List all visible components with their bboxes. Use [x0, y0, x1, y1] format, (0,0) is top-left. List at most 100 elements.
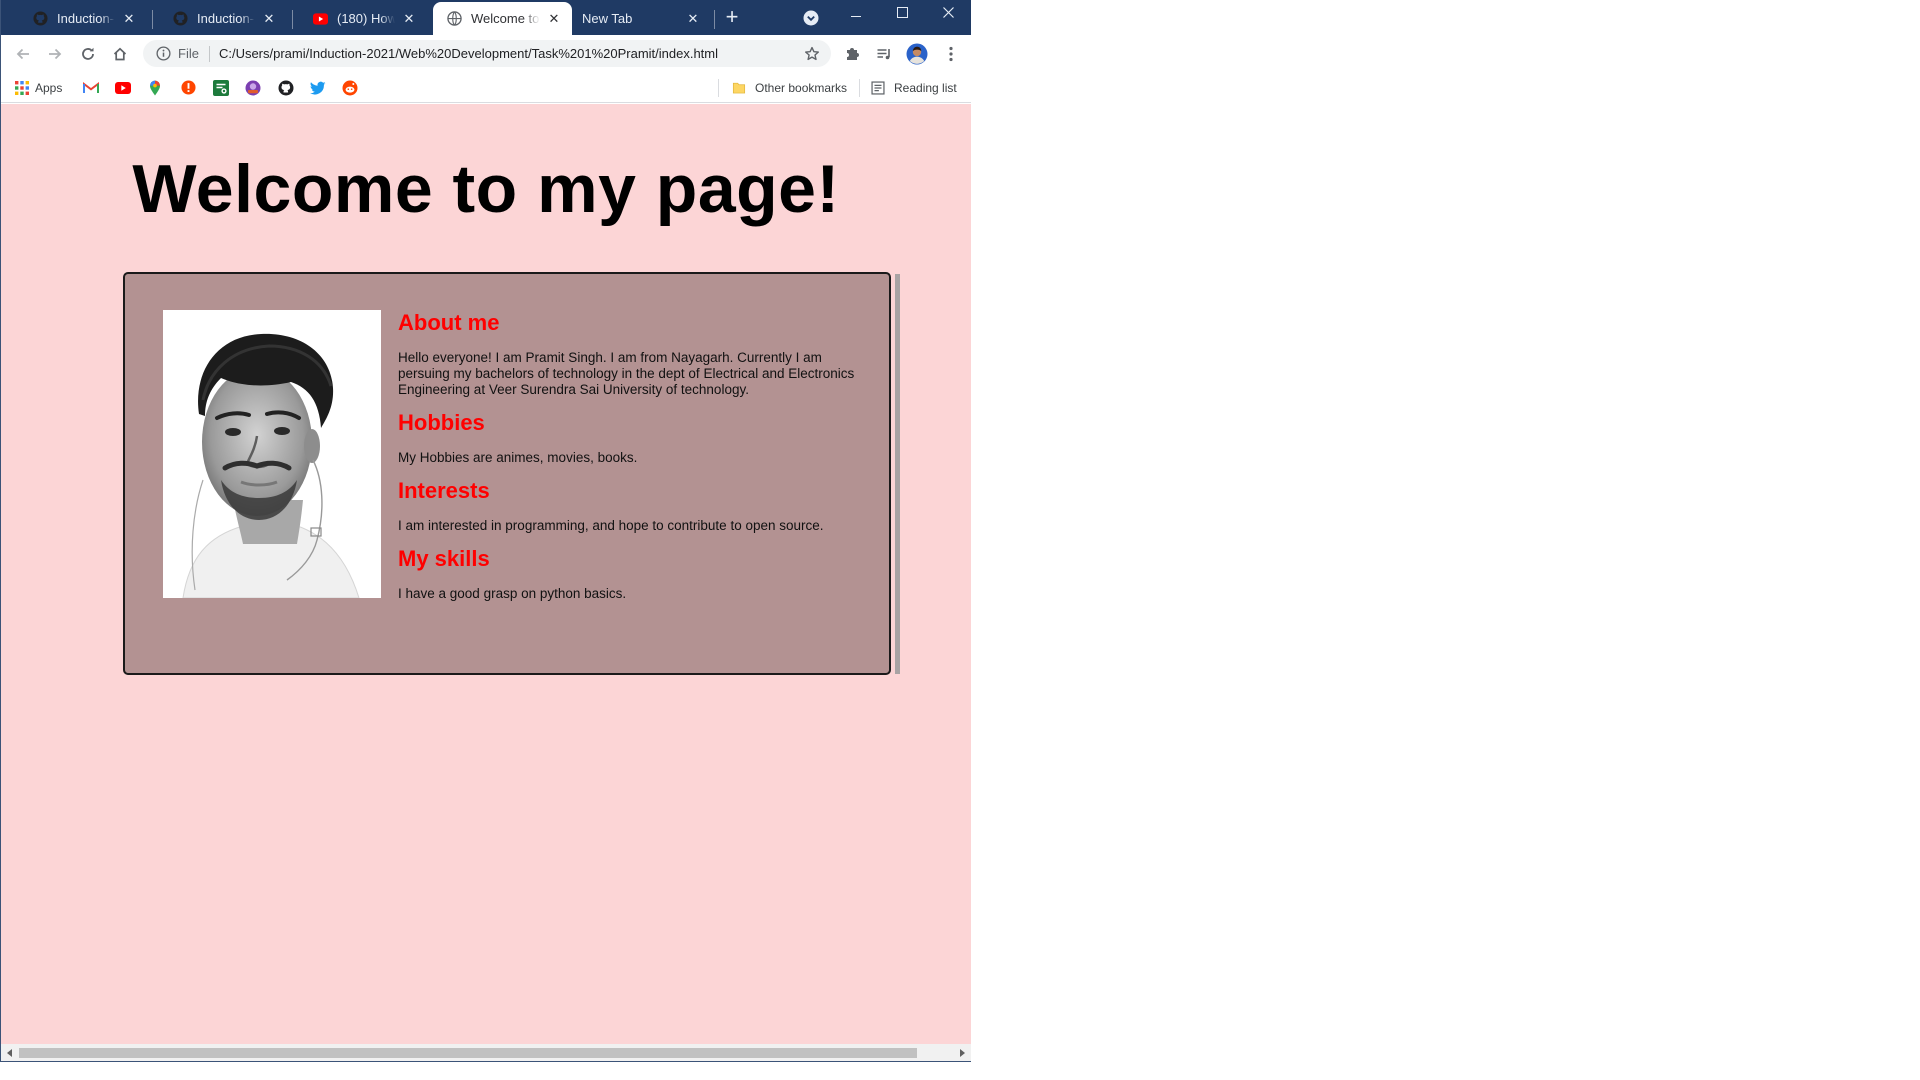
bookmark-label: Other bookmarks	[755, 80, 848, 95]
avatar	[906, 43, 928, 65]
star-icon[interactable]	[803, 45, 821, 63]
address-divider	[208, 45, 210, 62]
bookmark-label: Apps	[35, 80, 63, 95]
maximize-icon	[896, 6, 908, 18]
interests-text: I am interested in programming, and hope…	[398, 518, 824, 533]
card-edge	[895, 274, 900, 674]
url-scheme-label: File	[178, 46, 199, 61]
bookmark-label: Reading list	[894, 80, 957, 95]
more-vert-icon	[949, 46, 953, 62]
tab-divider	[714, 10, 715, 29]
tab-new-tab[interactable]: New Tab ✕	[576, 2, 711, 35]
reddit-icon	[342, 80, 358, 95]
browser-window: Induction-2021 ✕ Induction-2021 ✕ (180) …	[0, 0, 971, 1062]
interests-heading: Interests	[398, 478, 490, 503]
scroll-right-button[interactable]	[953, 1044, 970, 1061]
bookmark-other[interactable]: Other bookmarks	[732, 78, 847, 97]
puzzle-icon	[847, 48, 859, 60]
about-heading: About me	[398, 310, 500, 335]
page-title: Welcome to my page!	[132, 151, 840, 227]
new-tab-button[interactable]: +	[720, 6, 744, 30]
tab-induction-1[interactable]: Induction-2021 ✕	[19, 2, 147, 35]
info-icon[interactable]	[155, 46, 171, 62]
alert-icon	[181, 80, 196, 95]
bookmark-github[interactable]	[278, 78, 294, 97]
playlist-icon	[877, 49, 890, 60]
bookmarks-bar: Apps Other bookmarks Reading list	[1, 72, 971, 103]
arrow-left-icon	[16, 48, 29, 60]
tab-divider	[292, 10, 293, 29]
badge-icon	[245, 80, 261, 95]
hobbies-heading: Hobbies	[398, 410, 485, 435]
close-icon[interactable]: ✕	[121, 11, 137, 27]
profile-photo	[163, 310, 381, 598]
home-button[interactable]	[107, 41, 133, 67]
skills-text: I have a good grasp on python basics.	[398, 586, 627, 601]
media-controls-button[interactable]	[873, 43, 895, 65]
bookmark-gmail[interactable]	[83, 78, 99, 97]
close-icon	[942, 6, 954, 18]
bookmark-cert[interactable]	[213, 78, 229, 97]
bookmark-apps[interactable]: Apps	[15, 78, 62, 97]
reload-button[interactable]	[75, 41, 101, 67]
menu-button[interactable]	[940, 43, 962, 65]
close-icon[interactable]: ✕	[685, 11, 701, 27]
reading-list-button[interactable]: Reading list	[871, 78, 957, 97]
folder-icon	[732, 82, 746, 93]
tab-title: New Tab	[582, 11, 633, 26]
close-window-button[interactable]	[925, 0, 971, 28]
chevron-down-icon	[803, 10, 819, 26]
tab-title: (180) How to	[337, 11, 395, 26]
minimize-button[interactable]	[833, 0, 879, 32]
forward-button[interactable]	[42, 41, 68, 67]
youtube-icon	[313, 11, 328, 26]
maximize-button[interactable]	[879, 0, 925, 28]
bookmark-badge[interactable]	[245, 78, 261, 97]
tab-strip: Induction-2021 ✕ Induction-2021 ✕ (180) …	[1, 0, 971, 35]
tab-search-button[interactable]	[801, 8, 821, 28]
toolbar: File C:/Users/prami/Induction-2021/Web%2…	[1, 35, 971, 72]
tab-title: Induction-2021	[197, 11, 255, 26]
about-text: Hello everyone! I am Pramit Singh. I am …	[398, 350, 855, 397]
url-text[interactable]: C:/Users/prami/Induction-2021/Web%20Deve…	[219, 46, 803, 61]
bookmark-maps[interactable]	[149, 78, 161, 97]
horizontal-scrollbar[interactable]	[1, 1044, 971, 1061]
skills-heading: My skills	[398, 546, 490, 571]
profile-button[interactable]	[906, 43, 928, 65]
reload-icon	[82, 47, 94, 60]
tab-divider	[152, 10, 153, 29]
address-bar[interactable]: File C:/Users/prami/Induction-2021/Web%2…	[143, 40, 831, 67]
globe-icon	[447, 11, 462, 26]
arrow-right-icon	[49, 48, 62, 60]
bookmark-twitter[interactable]	[310, 78, 326, 97]
close-icon[interactable]: ✕	[546, 11, 562, 27]
back-button[interactable]	[10, 41, 36, 67]
hobbies-text: My Hobbies are animes, movies, books.	[398, 450, 638, 465]
tab-welcome[interactable]: Welcome to my page ✕	[433, 2, 572, 35]
caret-right-icon	[959, 1048, 965, 1057]
extensions-button[interactable]	[841, 43, 863, 65]
close-icon[interactable]: ✕	[261, 11, 277, 27]
gmail-icon	[83, 81, 99, 93]
bookmark-reddit[interactable]	[342, 78, 358, 97]
scrollbar-thumb[interactable]	[19, 1048, 917, 1058]
close-icon[interactable]: ✕	[401, 11, 417, 27]
github-icon	[33, 11, 48, 26]
screen: Induction-2021 ✕ Induction-2021 ✕ (180) …	[0, 0, 1920, 1080]
home-icon	[113, 47, 127, 61]
bookmark-divider	[859, 79, 860, 97]
tab-induction-2[interactable]: Induction-2021 ✕	[159, 2, 287, 35]
tab-title: Welcome to my page	[471, 11, 540, 26]
profile-details: About me Hello everyone! I am Pramit Sin…	[398, 310, 868, 614]
tab-youtube[interactable]: (180) How to ✕	[299, 2, 427, 35]
reading-list-icon	[871, 80, 885, 95]
bookmark-youtube[interactable]	[115, 78, 131, 97]
scroll-left-button[interactable]	[1, 1044, 18, 1061]
bookmark-divider	[718, 79, 719, 97]
cert-icon	[213, 79, 229, 96]
page-viewport: Welcome to my page! About me Hello every…	[1, 104, 971, 1044]
tab-title: Induction-2021	[57, 11, 115, 26]
profile-card: About me Hello everyone! I am Pramit Sin…	[123, 272, 891, 675]
apps-grid-icon	[15, 80, 29, 95]
bookmark-alert[interactable]	[181, 78, 196, 97]
